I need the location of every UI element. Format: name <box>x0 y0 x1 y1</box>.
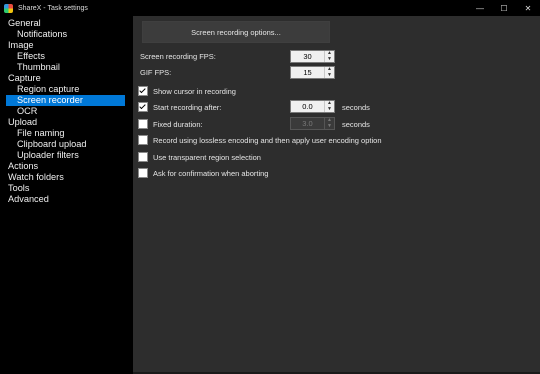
window-controls: — ☐ ✕ <box>468 0 540 16</box>
start-after-label: Start recording after: <box>153 102 222 112</box>
start-after-checkbox[interactable] <box>138 102 148 112</box>
lossless-label: Record using lossless encoding and then … <box>153 135 382 145</box>
spin-down-icon[interactable]: ▼ <box>325 106 334 113</box>
gif-fps-label: GIF FPS: <box>140 68 172 77</box>
start-after-stepper[interactable]: 0.0 ▲ ▼ <box>290 100 335 113</box>
tree-item-general[interactable]: General <box>0 18 133 29</box>
tree-item-region-capture[interactable]: Region capture <box>0 84 133 95</box>
confirm-abort-row[interactable]: Ask for confirmation when aborting <box>138 168 268 178</box>
fixed-duration-stepper: 3.0 ▲ ▼ <box>290 117 335 130</box>
fixed-duration-checkbox[interactable] <box>138 119 148 129</box>
tree-item-effects[interactable]: Effects <box>0 51 133 62</box>
fixed-duration-unit: seconds <box>342 120 370 129</box>
close-button[interactable]: ✕ <box>516 0 540 16</box>
fixed-duration-row[interactable]: Fixed duration: <box>138 119 203 129</box>
screen-recording-options-button[interactable]: Screen recording options... <box>142 21 330 43</box>
gif-fps-stepper[interactable]: 15 ▲ ▼ <box>290 66 335 79</box>
window-title: ShareX - Task settings <box>18 4 88 12</box>
spin-down-icon[interactable]: ▼ <box>325 56 334 63</box>
start-after-unit: seconds <box>342 103 370 112</box>
lossless-row[interactable]: Record using lossless encoding and then … <box>138 135 382 145</box>
transparent-region-row[interactable]: Use transparent region selection <box>138 152 261 162</box>
show-cursor-row[interactable]: Show cursor in recording <box>138 86 236 96</box>
fps-label: Screen recording FPS: <box>140 52 216 61</box>
fps-value: 30 <box>303 52 312 61</box>
tree-item-thumbnail[interactable]: Thumbnail <box>0 62 133 73</box>
transparent-region-label: Use transparent region selection <box>153 152 261 162</box>
gif-fps-value: 15 <box>303 68 312 77</box>
minimize-button[interactable]: — <box>468 0 492 16</box>
title-bar: ShareX - Task settings — ☐ ✕ <box>0 0 540 16</box>
tree-item-clipboard-upload[interactable]: Clipboard upload <box>0 139 133 150</box>
tree-item-image[interactable]: Image <box>0 40 133 51</box>
tree-item-advanced[interactable]: Advanced <box>0 194 133 205</box>
start-after-value: 0.0 <box>302 102 313 111</box>
tree-item-upload[interactable]: Upload <box>0 117 133 128</box>
transparent-region-checkbox[interactable] <box>138 152 148 162</box>
spin-down-icon: ▼ <box>327 122 332 129</box>
show-cursor-checkbox[interactable] <box>138 86 148 96</box>
fixed-duration-label: Fixed duration: <box>153 119 203 129</box>
tree-item-watch-folders[interactable]: Watch folders <box>0 172 133 183</box>
tree-item-actions[interactable]: Actions <box>0 161 133 172</box>
maximize-button[interactable]: ☐ <box>492 0 516 16</box>
show-cursor-label: Show cursor in recording <box>153 86 236 96</box>
tree-item-screen-recorder[interactable]: Screen recorder <box>6 95 125 106</box>
tree-item-ocr[interactable]: OCR <box>0 106 133 117</box>
sharex-logo-icon <box>4 3 13 13</box>
tree-item-tools[interactable]: Tools <box>0 183 133 194</box>
tree-item-uploader-filters[interactable]: Uploader filters <box>0 150 133 161</box>
settings-tree: General Notifications Image Effects Thum… <box>0 16 133 374</box>
start-after-row[interactable]: Start recording after: <box>138 102 221 112</box>
confirm-abort-label: Ask for confirmation when aborting <box>153 168 269 178</box>
spin-down-icon[interactable]: ▼ <box>325 72 334 79</box>
tree-item-file-naming[interactable]: File naming <box>0 128 133 139</box>
tree-item-capture[interactable]: Capture <box>0 73 133 84</box>
lossless-checkbox[interactable] <box>138 135 148 145</box>
fixed-duration-value: 3.0 <box>302 119 313 128</box>
tree-item-notifications[interactable]: Notifications <box>0 29 133 40</box>
screen-recorder-panel: Screen recording options... Screen recor… <box>133 16 540 372</box>
confirm-abort-checkbox[interactable] <box>138 168 148 178</box>
fps-stepper[interactable]: 30 ▲ ▼ <box>290 50 335 63</box>
